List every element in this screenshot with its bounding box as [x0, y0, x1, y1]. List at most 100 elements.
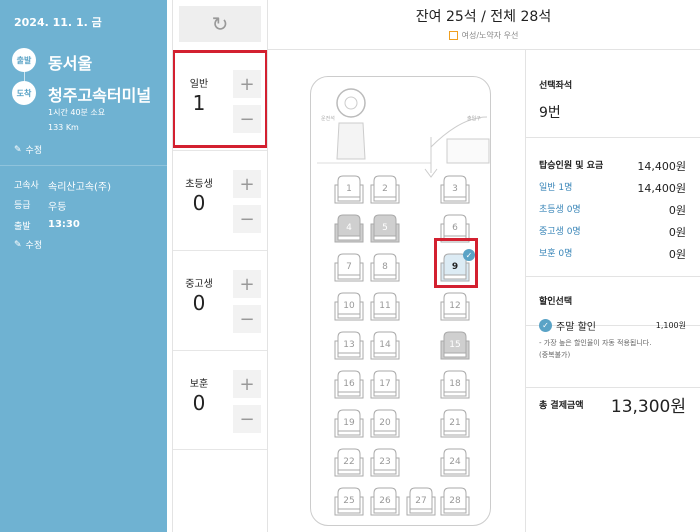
- discount-value: 1,100원: [655, 321, 686, 330]
- increment-button[interactable]: +: [233, 270, 261, 298]
- seat-4: 4: [333, 212, 365, 244]
- refresh-button[interactable]: ↻: [179, 6, 261, 42]
- seat-7[interactable]: 7: [333, 251, 365, 283]
- fare-row-value: 0원: [668, 204, 686, 217]
- sidebar-divider: [0, 165, 167, 166]
- fare-row-label: 일반 1명: [539, 183, 573, 193]
- seat-number: 9: [451, 262, 459, 272]
- edit-route-link[interactable]: ✎ 수정: [14, 143, 42, 157]
- seat-27[interactable]: 27: [405, 485, 437, 517]
- passenger-type-adult: 일반 1 + −: [173, 50, 267, 150]
- seat-22[interactable]: 22: [333, 446, 365, 478]
- info-company: 고속사 속리산고속(주): [14, 178, 111, 193]
- seat-2[interactable]: 2: [369, 173, 401, 205]
- seat-23[interactable]: 23: [369, 446, 401, 478]
- fare-row-value: 0원: [668, 248, 686, 261]
- trip-duration: 1시간 40분 소요: [48, 108, 106, 117]
- decrement-button[interactable]: −: [233, 205, 261, 233]
- seat-number: 24: [449, 457, 461, 467]
- bus-layout: 운전석 출입구 1 2 3 4 5 6 7 8 9 ✓ 10 11 12 13 14 15 16 17 18 19 20…: [310, 76, 491, 526]
- seat-15: 15: [439, 329, 471, 361]
- total-row: 총 결제금액 13,300원: [539, 392, 686, 417]
- departure-badge: 출발: [12, 48, 36, 72]
- seat-11[interactable]: 11: [369, 290, 401, 322]
- booking-screen: 2024. 11. 1. 금 출발 동서울 도착 청주고속터미널 1시간 40분…: [0, 0, 700, 532]
- seat-20[interactable]: 20: [369, 407, 401, 439]
- info-value: 우등: [48, 202, 67, 213]
- trip-distance: 133 Km: [48, 123, 79, 132]
- seat-12[interactable]: 12: [439, 290, 471, 322]
- seat-number: 23: [379, 457, 391, 467]
- seat-number: 16: [343, 379, 355, 389]
- info-departure-time: 출발 13:30: [14, 219, 80, 232]
- decrement-button[interactable]: −: [233, 405, 261, 433]
- legend-label: 여성/노약자 우선: [461, 31, 519, 40]
- seat-16[interactable]: 16: [333, 368, 365, 400]
- seat-13[interactable]: 13: [333, 329, 365, 361]
- seat-number: 6: [452, 223, 458, 233]
- seat-19[interactable]: 19: [333, 407, 365, 439]
- decrement-button[interactable]: −: [233, 105, 261, 133]
- arrival-badge: 도착: [12, 81, 36, 105]
- seat-number: 20: [379, 418, 391, 428]
- seat-number: 26: [379, 496, 391, 506]
- fare-row-child: 초등생 0명 0원: [539, 202, 686, 218]
- pencil-icon: ✎: [14, 144, 22, 155]
- info-key: 출발: [14, 222, 31, 232]
- seat-number: 21: [449, 418, 461, 428]
- passenger-type-student: 중고생 0 + −: [173, 250, 267, 350]
- check-icon: ✓: [539, 319, 552, 332]
- seat-1[interactable]: 1: [333, 173, 365, 205]
- seat-number: 10: [343, 301, 355, 311]
- info-grade: 등급 우등: [14, 198, 66, 213]
- seat-21[interactable]: 21: [439, 407, 471, 439]
- seat-10[interactable]: 10: [333, 290, 365, 322]
- fare-total-row: 탑승인원 및 요금 14,400원: [539, 158, 686, 174]
- discount-name: 주말 할인: [556, 322, 596, 333]
- selected-seat-value: 9번: [539, 105, 561, 121]
- info-key: 등급: [14, 201, 31, 211]
- seat-17[interactable]: 17: [369, 368, 401, 400]
- priority-seat-icon: [448, 31, 458, 40]
- seat-8[interactable]: 8: [369, 251, 401, 283]
- seat-number: 4: [346, 223, 352, 233]
- seat-number: 12: [449, 301, 461, 311]
- seat-number: 8: [382, 262, 388, 272]
- seat-number: 25: [343, 496, 355, 506]
- seat-14[interactable]: 14: [369, 329, 401, 361]
- decrement-button[interactable]: −: [233, 305, 261, 333]
- seat-number: 22: [343, 457, 355, 467]
- increment-button[interactable]: +: [233, 170, 261, 198]
- edit-schedule-link[interactable]: ✎ 수정: [14, 238, 42, 252]
- passenger-count: 0: [192, 291, 206, 315]
- seat-6[interactable]: 6: [439, 212, 471, 244]
- refresh-icon: ↻: [211, 12, 229, 36]
- driver-seat-label: 운전석: [321, 116, 335, 122]
- discount-note: - 가장 높은 할인율이 자동 적용됩니다.: [539, 339, 652, 347]
- seat-3[interactable]: 3: [439, 173, 471, 205]
- check-icon: ✓: [463, 249, 475, 261]
- seat-number: 28: [449, 496, 461, 506]
- discount-option[interactable]: ✓ 주말 할인 1,100원: [539, 318, 686, 333]
- pencil-icon: ✎: [14, 239, 22, 250]
- selected-seat-title: 선택좌석: [539, 81, 573, 91]
- increment-button[interactable]: +: [233, 70, 261, 98]
- seat-25[interactable]: 25: [333, 485, 365, 517]
- discount-section: 할인선택 ✓ 주말 할인 1,100원 - 가장 높은 할인율이 자동 적용됩니…: [525, 276, 700, 388]
- passenger-type-child: 초등생 0 + −: [173, 150, 267, 250]
- increment-button[interactable]: +: [233, 370, 261, 398]
- entrance-label: 출입구: [467, 116, 481, 122]
- seat-number: 5: [382, 223, 388, 233]
- sidebar-edge: [172, 0, 173, 532]
- fare-total: 14,400원: [637, 160, 686, 173]
- seat-24[interactable]: 24: [439, 446, 471, 478]
- seat-28[interactable]: 28: [439, 485, 471, 517]
- seat-9[interactable]: 9 ✓: [439, 249, 475, 283]
- seat-26[interactable]: 26: [369, 485, 401, 517]
- fare-row-student: 중고생 0명 0원: [539, 224, 686, 240]
- fare-row-veteran: 보훈 0명 0원: [539, 246, 686, 262]
- seat-18[interactable]: 18: [439, 368, 471, 400]
- seat-number: 14: [379, 340, 391, 350]
- seat-number: 11: [379, 301, 391, 311]
- trip-date: 2024. 11. 1. 금: [14, 16, 102, 29]
